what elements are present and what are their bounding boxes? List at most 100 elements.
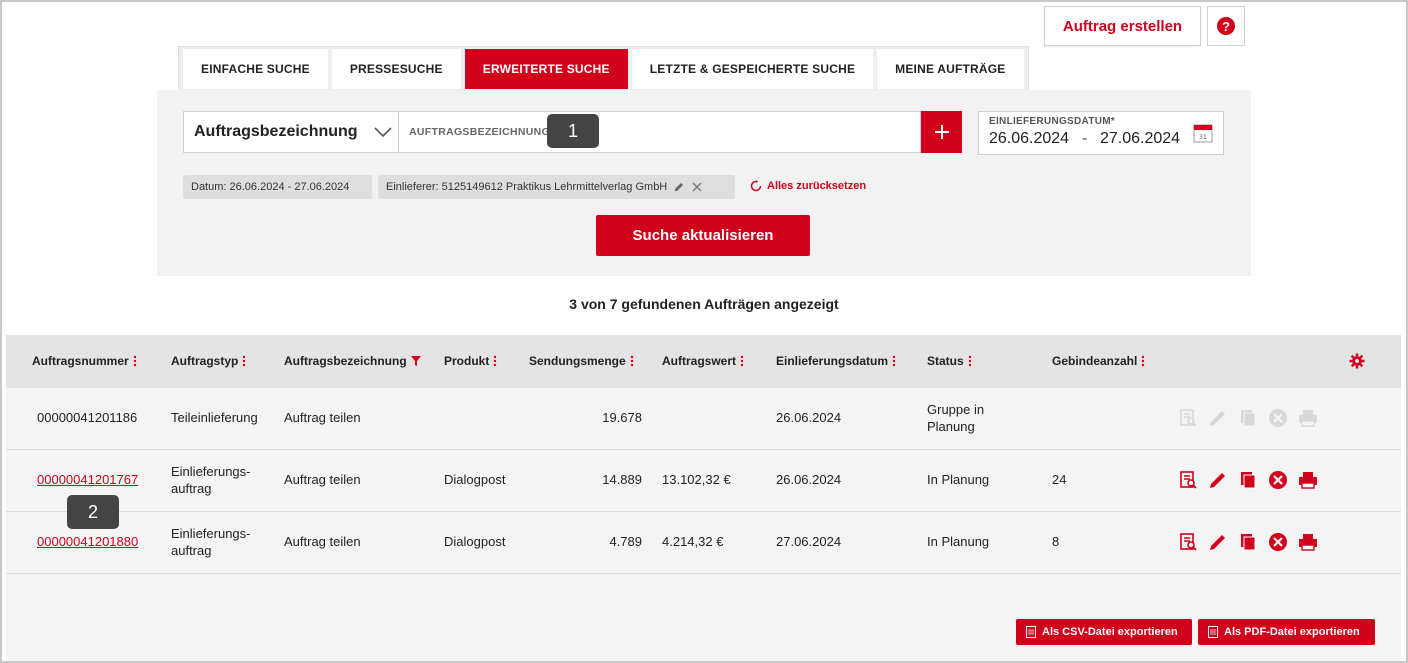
- cancel-icon[interactable]: [1268, 470, 1288, 490]
- th-label: Einlieferungsdatum: [776, 354, 889, 368]
- search-field-select-value: Auftragsbezeichnung: [194, 123, 358, 140]
- edit-icon[interactable]: [1208, 470, 1228, 490]
- menu-dots-icon[interactable]: [740, 355, 744, 367]
- tab-letzte-gespeicherte-suche[interactable]: LETZTE & GESPEICHERTE SUCHE: [631, 49, 874, 89]
- cell-status: In Planung: [927, 534, 990, 549]
- export-csv-button[interactable]: Als CSV-Datei exportieren: [1016, 619, 1192, 645]
- row-actions: [1178, 470, 1318, 490]
- cell-gebindeanzahl: 8: [1052, 534, 1060, 549]
- cell-sendungsmenge: 19.678: [602, 410, 642, 425]
- order-number-link[interactable]: 00000041201880: [37, 534, 138, 549]
- cell-auftragstyp: Teileinlieferung: [171, 410, 258, 425]
- tab-einfache-suche[interactable]: EINFACHE SUCHE: [183, 49, 328, 89]
- update-search-button[interactable]: Suche aktualisieren: [596, 215, 810, 256]
- cell-auftragsbezeichnung: Auftrag teilen: [284, 472, 361, 487]
- th-auftragsnummer[interactable]: Auftragsnummer: [32, 354, 137, 368]
- copy-icon: [1241, 410, 1256, 427]
- menu-dots-icon[interactable]: [493, 355, 497, 367]
- th-produkt[interactable]: Produkt: [444, 354, 497, 368]
- cell-status-line2: Planung: [927, 419, 975, 434]
- cell-auftragstyp: Einlieferungs-: [171, 464, 251, 479]
- svg-text:31: 31: [1199, 134, 1207, 141]
- pencil-icon[interactable]: [673, 181, 685, 193]
- tab-pressesuche[interactable]: PRESSESUCHE: [331, 49, 461, 89]
- cell-auftragsbezeichnung: Auftrag teilen: [284, 534, 361, 549]
- cell-einlieferungsdatum: 27.06.2024: [776, 534, 842, 549]
- details-icon[interactable]: [1178, 470, 1198, 490]
- details-icon[interactable]: [1178, 532, 1198, 552]
- help-button[interactable]: ?: [1207, 6, 1245, 46]
- date-to-value: 27.06.2024: [1100, 130, 1181, 147]
- print-icon[interactable]: [1298, 470, 1318, 490]
- search-panel: Auftragsbezeichnung AUFTRAGSBEZEICHNUNG …: [157, 90, 1251, 276]
- gear-icon[interactable]: [1349, 353, 1365, 369]
- edit-icon: [1210, 411, 1225, 426]
- create-order-button[interactable]: Auftrag erstellen: [1044, 6, 1201, 46]
- cell-auftragswert: 4.214,32 €: [662, 534, 724, 549]
- menu-dots-icon[interactable]: [892, 355, 896, 367]
- th-label: Auftragsnummer: [32, 354, 129, 368]
- copy-icon[interactable]: [1238, 470, 1258, 490]
- reset-all-label: Alles zurücksetzen: [767, 180, 867, 192]
- step-marker-2: 2: [67, 495, 119, 529]
- step-marker-1: 1: [547, 114, 599, 148]
- filter-icon[interactable]: [410, 356, 421, 366]
- th-gebindeanzahl[interactable]: Gebindeanzahl: [1052, 354, 1145, 368]
- cell-sendungsmenge: 4.789: [609, 534, 642, 549]
- filter-chip-date-label: Datum: 26.06.2024 - 27.06.2024: [191, 181, 350, 193]
- table-header: Auftragsnummer Auftragstyp Auftragsbezei…: [6, 335, 1401, 388]
- th-auftragstyp[interactable]: Auftragstyp: [171, 354, 246, 368]
- cell-auftragsbezeichnung: Auftrag teilen: [284, 410, 361, 425]
- th-auftragswert[interactable]: Auftragswert: [662, 354, 744, 368]
- menu-dots-icon[interactable]: [242, 355, 246, 367]
- menu-dots-icon[interactable]: [133, 355, 137, 367]
- filter-chip-sender: Einlieferer: 5125149612 Praktikus Lehrmi…: [378, 175, 735, 199]
- close-icon[interactable]: [691, 181, 703, 193]
- calendar-icon[interactable]: 31: [1193, 123, 1213, 143]
- th-label: Auftragsbezeichnung: [284, 354, 407, 368]
- edit-icon[interactable]: [1208, 532, 1228, 552]
- search-input-placeholder: AUFTRAGSBEZEICHNUNG: [409, 126, 551, 138]
- menu-dots-icon[interactable]: [630, 355, 634, 367]
- th-einlieferungsdatum[interactable]: Einlieferungsdatum: [776, 354, 896, 368]
- cell-einlieferungsdatum: 26.06.2024: [776, 410, 842, 425]
- cell-produkt: Dialogpost: [444, 534, 506, 549]
- th-auftragsbezeichnung[interactable]: Auftragsbezeichnung: [284, 354, 421, 368]
- copy-icon[interactable]: [1238, 532, 1258, 552]
- cell-auftragsnummer: 00000041201186: [37, 410, 138, 425]
- add-criterion-button[interactable]: [921, 111, 962, 153]
- cell-auftragstyp-line2: auftrag: [171, 481, 212, 496]
- search-field-select[interactable]: Auftragsbezeichnung: [183, 111, 399, 153]
- cell-status: Gruppe in: [927, 402, 985, 417]
- cell-auftragstyp: Einlieferungs-: [171, 526, 251, 541]
- export-csv-label: Als CSV-Datei exportieren: [1042, 626, 1178, 638]
- print-icon: [1299, 410, 1317, 427]
- print-icon[interactable]: [1298, 532, 1318, 552]
- th-label: Sendungsmenge: [529, 354, 626, 368]
- table-row: 00000041201767 Einlieferungs- auftrag Au…: [6, 450, 1401, 512]
- th-status[interactable]: Status: [927, 354, 972, 368]
- cancel-icon[interactable]: [1268, 532, 1288, 552]
- plus-icon: [934, 125, 949, 139]
- file-icon: [1026, 626, 1036, 638]
- file-icon: [1208, 626, 1218, 638]
- order-number-link[interactable]: 00000041201767: [37, 472, 138, 487]
- tab-meine-auftraege[interactable]: MEINE AUFTRÄGE: [877, 49, 1024, 89]
- chevron-down-icon: [374, 127, 392, 138]
- cell-status: In Planung: [927, 472, 990, 487]
- delivery-date-field[interactable]: EINLIEFERUNGSDATUM* 26.06.2024 - 27.06.2…: [978, 111, 1224, 155]
- menu-dots-icon[interactable]: [1141, 355, 1145, 367]
- menu-dots-icon[interactable]: [968, 355, 972, 367]
- th-label: Auftragswert: [662, 354, 737, 368]
- th-label: Produkt: [444, 354, 490, 368]
- delivery-date-label: EINLIEFERUNGSDATUM*: [989, 116, 1116, 127]
- table-row: 00000041201186 Teileinlieferung Auftrag …: [6, 388, 1401, 450]
- search-input[interactable]: AUFTRAGSBEZEICHNUNG: [398, 111, 921, 153]
- cell-sendungsmenge: 14.889: [602, 472, 642, 487]
- export-pdf-button[interactable]: Als PDF-Datei exportieren: [1198, 619, 1375, 645]
- th-sendungsmenge[interactable]: Sendungsmenge: [529, 354, 634, 368]
- filter-chip-sender-label: Einlieferer: 5125149612 Praktikus Lehrmi…: [386, 181, 668, 193]
- tab-erweiterte-suche[interactable]: ERWEITERTE SUCHE: [464, 49, 628, 89]
- details-icon: [1180, 409, 1197, 427]
- reset-all-link[interactable]: Alles zurücksetzen: [750, 180, 866, 192]
